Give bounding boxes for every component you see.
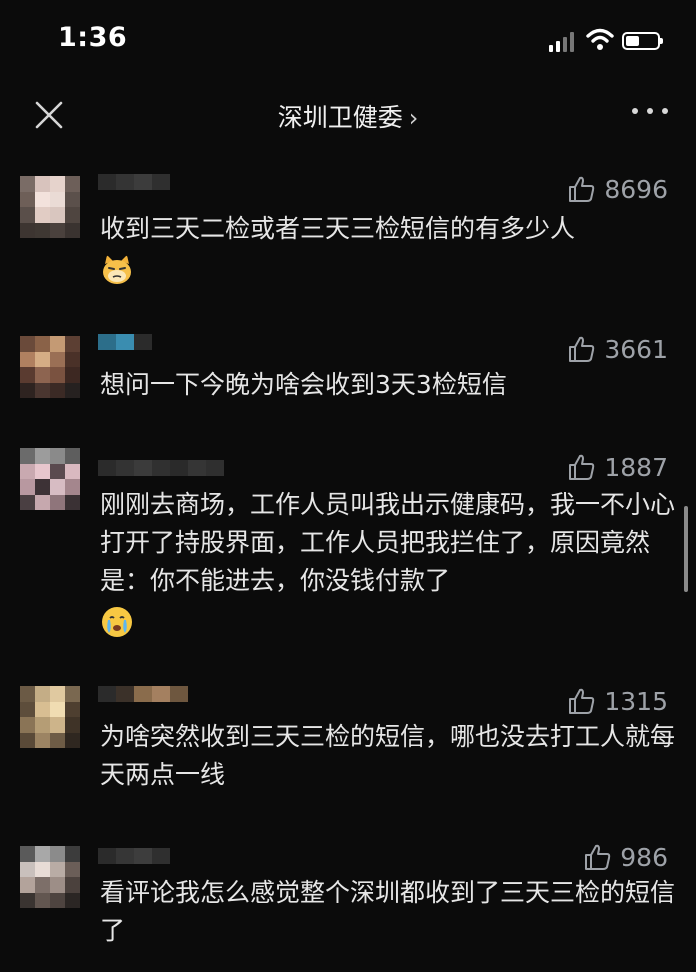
like-count: 3661 (604, 334, 668, 364)
account-title[interactable]: 深圳卫健委 › (0, 98, 696, 134)
more-icon[interactable] (632, 107, 668, 117)
username-blurred (98, 174, 170, 190)
username-blurred (98, 334, 152, 350)
comment-text: 想问一下今晚为啥会收到3天3检短信 (100, 370, 507, 399)
comment-item: 1887 刚刚去商场，工作人员叫我出示健康码，我一不小心打开了持股界面，工作人员… (0, 448, 696, 652)
avatar[interactable] (20, 686, 80, 748)
thumbs-up-icon (569, 454, 595, 480)
like-button[interactable]: 986 (582, 840, 668, 874)
account-title-text: 深圳卫健委 (277, 103, 403, 132)
like-button[interactable]: 3661 (566, 332, 668, 366)
like-count: 8696 (604, 174, 668, 204)
thumbs-up-icon (569, 176, 595, 202)
thumbs-up-icon (569, 688, 595, 714)
like-button[interactable]: 1315 (566, 684, 668, 718)
like-count: 1315 (604, 686, 668, 716)
chevron-right-icon: › (408, 104, 419, 132)
comment-text: 刚刚去商场，工作人员叫我出示健康码，我一不小心打开了持股界面，工作人员把我拦住了… (100, 486, 675, 639)
comment-item: 8696 收到三天二检或者三天三检短信的有多少人 (0, 174, 696, 314)
comment-text: 看评论我怎么感觉整个深圳都收到了三天三检的短信了 (100, 878, 676, 945)
cellular-signal-icon (549, 30, 575, 52)
username-blurred (98, 460, 224, 476)
avatar[interactable] (20, 176, 80, 238)
comment-body: 刚刚去商场，工作人员叫我出示健康码，我一不小心打开了持股界面，工作人员把我拦住了… (100, 490, 676, 595)
like-button[interactable]: 1887 (566, 450, 668, 484)
thumbs-up-icon (569, 336, 595, 362)
comment-text: 为啥突然收到三天三检的短信，哪也没去打工人就每天两点一线 (100, 722, 676, 789)
like-count: 1887 (604, 452, 668, 482)
like-button[interactable]: 8696 (566, 172, 668, 206)
crying-face-emoji-icon (102, 607, 132, 637)
username-blurred (98, 686, 188, 702)
avatar[interactable] (20, 336, 80, 398)
status-time: 1:36 (58, 22, 128, 53)
avatar[interactable] (20, 846, 80, 908)
wifi-icon (586, 28, 614, 50)
comment-body: 收到三天二检或者三天三检短信的有多少人 (100, 214, 576, 243)
battery-icon (622, 32, 663, 50)
cat-emoji-icon (103, 255, 131, 284)
status-bar: 1:36 (0, 0, 696, 84)
username-blurred (98, 848, 170, 864)
like-count: 986 (620, 842, 668, 872)
comment-item: 986 看评论我怎么感觉整个深圳都收到了三天三检的短信了 (0, 842, 696, 972)
nav-bar: 深圳卫健委 › (0, 84, 696, 150)
comment-text: 收到三天二检或者三天三检短信的有多少人 (100, 210, 675, 287)
scrollbar[interactable] (684, 506, 688, 592)
avatar[interactable] (20, 448, 80, 510)
comment-item: 1315 为啥突然收到三天三检的短信，哪也没去打工人就每天两点一线 (0, 686, 696, 806)
comment-item: 3661 想问一下今晚为啥会收到3天3检短信 (0, 334, 696, 424)
thumbs-up-icon (585, 844, 611, 870)
